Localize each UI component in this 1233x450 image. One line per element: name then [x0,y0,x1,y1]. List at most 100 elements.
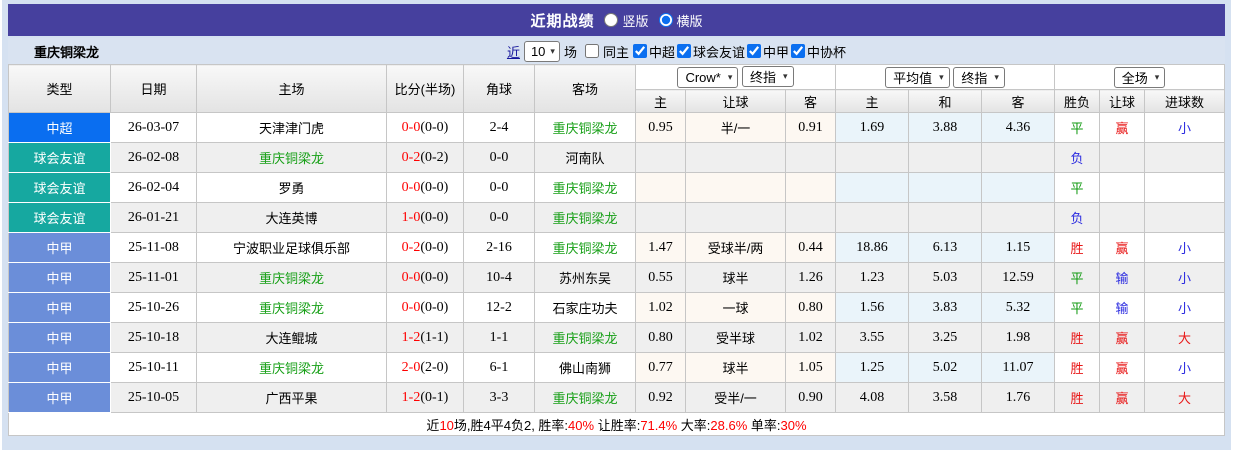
summary-text: 近10场,胜4平4负2, 胜率:40% 让胜率:71.4% 大率:28.6% 单… [8,412,1225,436]
near-link[interactable]: 近 [507,42,520,61]
filter-controls: 近 10 ▾ 场 同主 中超 球会友谊 中甲 中协杯 [507,40,846,62]
col-result: 胜负 [1054,89,1101,113]
vertical-radio[interactable] [604,13,619,27]
checkbox-input[interactable] [584,44,599,58]
average-select[interactable]: 平均值 ▾ [885,66,950,88]
half-time-score: (0-0) [420,119,449,135]
table-row: 中甲 25-11-08 宁波职业足球俱乐部 0-2(0-0) 2-16 重庆铜梁龙 1.47… [8,232,1225,263]
table-row: 中甲 25-10-05 广西平果 1-2(0-1) 3-3 重庆铜梁龙 0.92 受半/一 0.… [8,382,1225,413]
handicap-result: 赢 [1099,382,1146,413]
match-count-value: 10 [530,43,546,59]
filter-checkbox-5[interactable]: 中协杯 [791,42,846,61]
bookmaker-stage-select[interactable]: 终指 ▾ [742,66,794,87]
handicap-odds-away: 1.26 [784,262,837,293]
handicap-odds-away: 0.80 [784,292,837,323]
score-cell: 1-2(0-1) [386,382,464,413]
avg-odds-draw: 5.03 [908,262,983,293]
handicap-odds-home: 1.02 [635,292,686,323]
col-date: 日期 [110,64,197,113]
home-team: 重庆铜梁龙 [196,262,387,293]
handicap-result [1099,172,1146,203]
checkbox-input[interactable] [677,44,691,58]
match-result: 胜 [1054,352,1101,383]
page-background: 近期战绩 竖版 横版 重庆铜梁龙 近 10 ▾ 场 同主 中超 球会友谊 中甲 中协杯 [2,0,1231,450]
col-away: 客场 [534,64,636,113]
avg-odds-draw: 5.02 [908,352,983,383]
chevron-down-icon: ▾ [783,71,788,81]
score-cell: 1-0(0-0) [386,202,464,233]
avg-odds-draw: 6.13 [908,232,983,263]
handicap-result: 赢 [1099,112,1146,143]
score-cell: 0-0(0-0) [386,112,464,143]
handicap-odds-home: 0.95 [635,112,686,143]
checkbox-input[interactable] [791,44,806,58]
filter-checkboxes: 同主 中超 球会友谊 中甲 中协杯 [583,42,846,61]
checkbox-input[interactable] [747,44,762,58]
col-odds-home: 主 [635,89,686,113]
avg-odds-home: 1.56 [835,292,910,323]
match-date: 25-11-08 [110,232,197,263]
handicap-result: 赢 [1099,322,1146,353]
corner-count: 6-1 [463,352,535,383]
score-cell: 2-0(2-0) [386,352,464,383]
table-row: 球会友谊 26-02-04 罗勇 0-0(0-0) 0-0 重庆铜梁龙平 [8,172,1225,203]
checkbox-label: 中协杯 [807,44,847,60]
goals-result: 小 [1144,232,1225,263]
filter-checkbox-1[interactable]: 同主 [584,42,629,61]
summary-segment: 28.6% [710,417,748,433]
title-bar: 近期战绩 竖版 横版 [8,4,1225,36]
col-avg-away: 客 [981,89,1056,113]
score-cell: 0-2(0-0) [386,232,464,263]
goals-result: 大 [1144,322,1225,353]
full-time-score: 0-2 [401,149,421,165]
checkbox-label: 球会友谊 [693,44,746,60]
results-table: 类型 日期 主场 比分(半场) 角球 客场 Crow* ▾ 终指 ▾ 平均值 ▾… [8,64,1225,436]
corner-count: 0-0 [463,202,535,233]
match-result: 平 [1054,292,1101,323]
full-time-score: 0-0 [401,179,421,195]
horizontal-radio[interactable] [658,13,673,27]
score-cell: 0-0(0-0) [386,262,464,293]
layout-option-vertical[interactable]: 竖版 [604,11,649,30]
goals-result: 小 [1144,112,1225,143]
handicap-odds-home: 1.47 [635,232,686,263]
away-team: 重庆铜梁龙 [534,382,636,413]
handicap-odds-away: 1.05 [784,352,837,383]
layout-option-horizontal[interactable]: 横版 [658,11,703,30]
average-stage-select[interactable]: 终指 ▾ [953,66,1005,88]
handicap-odds-away: 0.90 [784,382,837,413]
match-date: 26-03-07 [110,112,197,143]
match-count-select[interactable]: 10 ▾ [523,40,560,62]
handicap-result [1099,142,1146,173]
half-time-score: (0-2) [420,149,449,165]
col-avg-draw: 和 [908,89,983,113]
corner-count: 2-4 [463,112,535,143]
bookmaker-select[interactable]: Crow* ▾ [677,67,739,88]
avg-odds-away: 5.32 [981,292,1056,323]
avg-odds-draw [908,172,983,203]
checkbox-input[interactable] [632,44,647,58]
filter-bar: 重庆铜梁龙 近 10 ▾ 场 同主 中超 球会友谊 中甲 中协杯 [8,38,1225,64]
handicap-odds-home [635,202,686,233]
col-score: 比分(半场) [386,64,464,113]
col-avg-home: 主 [835,89,910,113]
avg-odds-home [835,142,910,173]
match-date: 26-02-08 [110,142,197,173]
home-team: 大连英博 [196,202,387,233]
match-result: 胜 [1054,322,1101,353]
filter-checkbox-2[interactable]: 中超 [632,42,675,61]
table-row: 中甲 25-11-01 重庆铜梁龙 0-0(0-0) 10-4 苏州东吴 0.55 球半 1.2… [8,262,1225,293]
league-badge: 球会友谊 [8,172,111,203]
home-team: 天津津门虎 [196,112,387,143]
filter-checkbox-4[interactable]: 中甲 [747,42,789,61]
corner-count: 0-0 [463,142,535,173]
scope-select[interactable]: 全场 ▾ [1113,66,1166,88]
filter-checkbox-3[interactable]: 球会友谊 [677,42,745,61]
score-cell: 1-2(1-1) [386,322,464,353]
match-result: 平 [1054,172,1101,203]
away-team: 苏州东吴 [534,262,636,293]
home-team: 宁波职业足球俱乐部 [196,232,387,263]
handicap-line [685,142,786,173]
away-team: 重庆铜梁龙 [534,112,636,143]
avg-odds-home [835,202,910,233]
